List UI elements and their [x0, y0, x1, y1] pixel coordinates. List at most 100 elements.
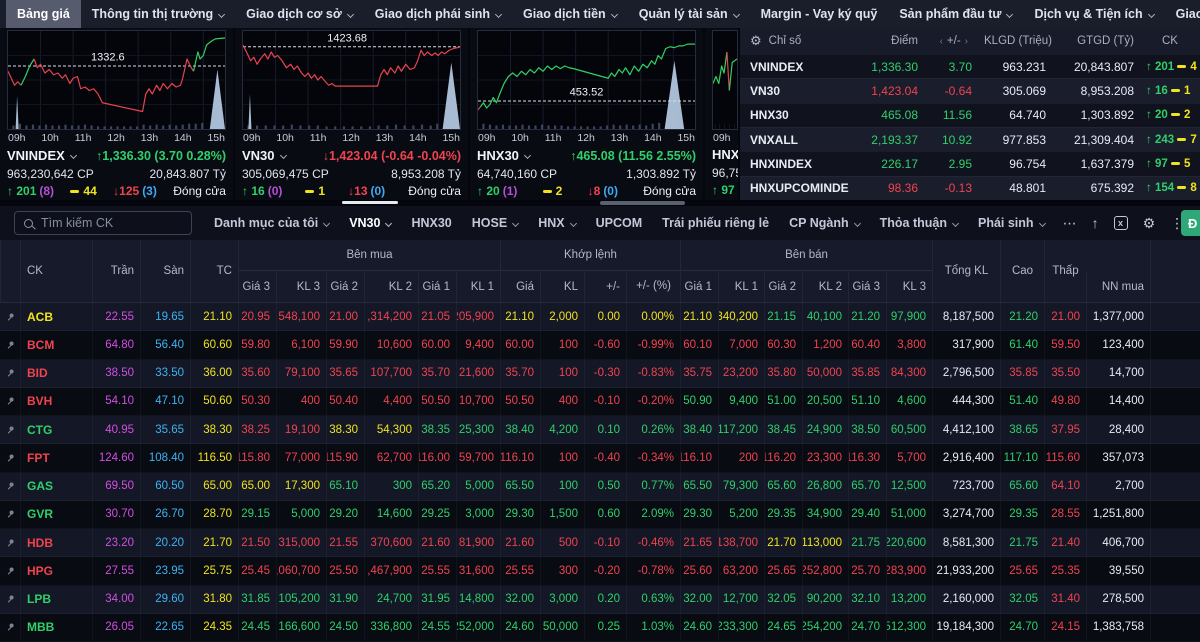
tab-ph-i-sinh[interactable]: Phái sinh [968, 206, 1055, 240]
pin-icon[interactable] [0, 501, 20, 528]
menu-item[interactable]: Quản lý tài sản [628, 0, 750, 28]
col-thap: Thấp [1044, 240, 1086, 302]
pin-icon[interactable] [0, 388, 20, 415]
board-cell: 35.85 [1000, 360, 1044, 387]
pin-icon[interactable] [0, 557, 20, 584]
tab-hose[interactable]: HOSE [462, 206, 528, 240]
board-cell: 29.15 [238, 501, 276, 528]
scrollbar-thumb[interactable] [600, 201, 685, 205]
menu-item[interactable]: Sản phẩm đầu tư [888, 0, 1023, 28]
menu-item[interactable]: Giao dịch tiền [512, 0, 628, 28]
pin-icon[interactable] [0, 444, 20, 471]
board-cell: 29.35 [764, 501, 802, 528]
menu-item[interactable]: Giao dịch phái sinh [364, 0, 512, 28]
board-row[interactable]: ACB22.5519.6521.1020.95548,10021.00,314,… [0, 303, 1200, 331]
pin-icon[interactable] [0, 473, 20, 500]
index-name[interactable]: HNXI [712, 147, 738, 162]
menu-item[interactable]: Bảng giá [6, 0, 81, 28]
board-row[interactable]: CTG40.9535.6538.3038.2519,10038.3054,300… [0, 416, 1200, 444]
chevron-down-icon [218, 10, 225, 17]
excel-export-icon[interactable]: x [1114, 216, 1128, 230]
pin-icon[interactable] [0, 303, 20, 330]
col-chg[interactable]: ‹+/-› [924, 35, 978, 47]
col-sell-gia3: Giá 3 [848, 271, 886, 302]
tab-upcom[interactable]: UPCOM [586, 206, 653, 240]
board-row[interactable]: BID38.5033.5036.0035.6079,10035.65107,70… [0, 360, 1200, 388]
pin-icon[interactable] [0, 614, 20, 641]
board-cell: 21.75 [1000, 529, 1044, 556]
board-cell: 21.00 [1044, 303, 1086, 330]
search-input[interactable] [41, 216, 182, 230]
board-cell: 54,300 [364, 416, 418, 443]
index-name-dropdown[interactable]: VN30 [242, 147, 286, 165]
board-cell: 138,700 [718, 529, 764, 556]
flat-dash-icon [1171, 113, 1180, 116]
board-cell: 69.50 [92, 473, 140, 500]
index-row[interactable]: HNXUPCOMINDE98.36-0.1348.801675.392↑ 154… [740, 176, 1200, 200]
board-row[interactable]: BVH54.1047.1050.6050.3040050.404,40050.5… [0, 388, 1200, 416]
board-cell: 38.50 [92, 360, 140, 387]
session-status: Đóng cửa [173, 184, 226, 198]
pin-icon[interactable] [0, 529, 20, 556]
x-tick: 15h [442, 132, 460, 144]
pin-icon[interactable] [0, 586, 20, 613]
menu-item[interactable]: Margin - Vay ký quỹ [750, 0, 889, 28]
board-cell: -0.34% [626, 444, 680, 471]
board-row[interactable]: GAS69.5060.5065.0065.0017,30065.1030065.… [0, 473, 1200, 501]
tab-danh-m-c-c-a-t-i[interactable]: Danh mục của tôi [204, 206, 339, 240]
board-cell: 21.65 [680, 529, 718, 556]
x-tick: 09h [713, 132, 731, 144]
next-arrow-icon[interactable]: › [965, 36, 968, 47]
more-tabs-icon[interactable]: ⋯ [1063, 215, 1077, 232]
index-row[interactable]: VNINDEX1,336.303.70963.23120,843.807↑ 20… [740, 54, 1200, 78]
x-tick: 12h [107, 132, 125, 144]
board-row[interactable]: LPB34.0029.6031.8031.85105,20031.9024,70… [0, 586, 1200, 614]
index-row[interactable]: VN301,423.04-0.64305.0698,953.208↑ 16 1 [740, 78, 1200, 102]
board-cell: 65.00 [238, 473, 276, 500]
indices-table-body: VNINDEX1,336.303.70963.23120,843.807↑ 20… [740, 54, 1200, 200]
tab-hnx30[interactable]: HNX30 [401, 206, 461, 240]
pin-icon[interactable] [0, 360, 20, 387]
order-button[interactable]: Đ [1181, 210, 1200, 236]
gear-icon[interactable]: ⚙ [1143, 215, 1156, 232]
index-name-dropdown[interactable]: HNX30 [477, 147, 530, 165]
tab-hnx[interactable]: HNX [528, 206, 585, 240]
board-cell: 512,300 [886, 614, 932, 641]
board-row[interactable]: HPG27.5523.9525.7525.45,060,70025.50,467… [0, 557, 1200, 585]
chevron-down-icon [570, 219, 577, 226]
tab-tr-i-phi-u-ri-ng-l-[interactable]: Trái phiếu riêng lẻ [652, 206, 779, 240]
index-row[interactable]: HNX30465.0811.5664.7401,303.892↑ 20 2 [740, 103, 1200, 127]
index-name-dropdown[interactable]: VNINDEX [7, 147, 76, 165]
search-box[interactable] [14, 211, 192, 235]
ticker-symbol: CTG [20, 416, 92, 443]
x-axis-ticks: 09h10h11h12h13h14h15h [7, 130, 226, 144]
tab-th-a-thu-n[interactable]: Thỏa thuận [870, 206, 968, 240]
board-cell: 21.75 [848, 529, 886, 556]
board-cell: 116.10 [680, 444, 718, 471]
board-row[interactable]: MBB26.0522.6524.3524.45166,60024.50336,8… [0, 614, 1200, 642]
board-row[interactable]: FPT124.60108.40116.50115.8077,000115.906… [0, 444, 1200, 472]
tab-cp-ng-nh[interactable]: CP Ngành [779, 206, 870, 240]
board-row[interactable]: GVR30.7026.7028.7029.155,00029.2014,6002… [0, 501, 1200, 529]
gear-icon[interactable]: ⚙ [750, 33, 762, 49]
board-cell: 2,700 [1086, 473, 1150, 500]
menu-item[interactable]: Giao dịch cơ sở [235, 0, 364, 28]
menu-item[interactable]: Dịch vụ & Tiện ích [1023, 0, 1164, 28]
prev-arrow-icon[interactable]: ‹ [940, 36, 943, 47]
pin-icon[interactable] [0, 331, 20, 358]
board-row[interactable]: BCM64.8056.4060.6059.806,10059.9010,6006… [0, 331, 1200, 359]
pin-icon[interactable] [0, 416, 20, 443]
index-points: 2,193.37 [858, 133, 924, 147]
board-cell: 38.25 [238, 416, 276, 443]
board-cell: 81,900 [456, 529, 500, 556]
index-row[interactable]: VNXALL2,193.3710.92977.85321,309.404↑ 24… [740, 127, 1200, 151]
menu-item[interactable]: Thông tin thị trường [81, 0, 235, 28]
board-cell-empty [1150, 360, 1200, 387]
board-cell: 21,933,200 [932, 557, 1000, 584]
tab-vn30[interactable]: VN30 [339, 206, 401, 240]
menu-item[interactable]: Giao diện của tôi [1165, 0, 1200, 28]
index-change: -0.64 [924, 84, 978, 98]
upload-arrow-icon[interactable]: ↑ [1092, 215, 1099, 231]
board-row[interactable]: HDB23.2020.2021.7021.50315,00021.55370,6… [0, 529, 1200, 557]
index-row[interactable]: HNXINDEX226.172.9596.7541,637.379↑ 97 5 [740, 151, 1200, 175]
